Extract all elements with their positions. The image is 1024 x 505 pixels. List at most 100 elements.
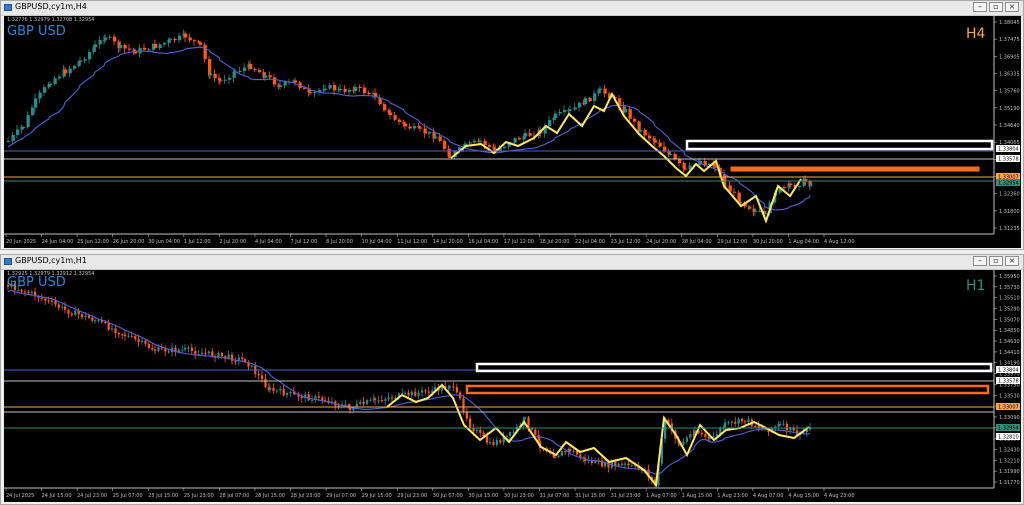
candle-body — [144, 340, 147, 344]
candle-body — [369, 399, 372, 401]
time-tick-label: 11 Jul 12:00 — [397, 239, 427, 245]
time-tick-label: 7 Jul 12:00 — [291, 239, 318, 245]
candle-body — [684, 168, 688, 170]
candle-body — [407, 392, 410, 396]
h1-zone-orange[interactable] — [465, 384, 990, 395]
h1-chart-window[interactable]: GBPUSD,cy1m,H1 – ▫ × 1.35950 1.35730 1.355… — [0, 254, 1024, 505]
candle-body — [181, 349, 184, 351]
candle-body — [689, 434, 692, 438]
candle-body — [184, 33, 188, 38]
candle-body — [178, 35, 182, 41]
h4-zigzag-line — [450, 91, 802, 224]
candle-body — [733, 191, 737, 193]
price-tick-label: 1.34850 — [999, 328, 1020, 334]
candle-body — [524, 417, 527, 420]
candle-body — [408, 126, 412, 129]
candle-body — [584, 98, 588, 105]
minimize-icon[interactable]: – — [973, 256, 987, 266]
h4-ohlc-readout: 1.32776 1.32979 1.32708 1.32954 — [7, 17, 94, 23]
time-tick-label: 8 Jul 20:00 — [326, 239, 353, 245]
restore-icon[interactable]: ▫ — [989, 2, 1003, 12]
candle-body — [49, 83, 53, 85]
candle-body — [443, 140, 447, 149]
price-tick-label: 1.34630 — [999, 339, 1020, 345]
candle-body — [404, 392, 407, 394]
candle-body — [54, 301, 57, 305]
h4-title-bar[interactable]: GBPUSD,cy1m,H4 – ▫ × — [1, 1, 1023, 16]
h4-plot-area[interactable]: 1.38045 1.37475 1.36905 1.36335 1.35760 1.351… — [4, 16, 1021, 248]
candle-body — [58, 76, 62, 79]
candle-body — [488, 145, 492, 147]
candle-body — [359, 401, 362, 404]
candle-body — [38, 92, 42, 99]
h4-price-axis: 1.38045 1.37475 1.36905 1.36335 1.35760 1.351… — [994, 20, 1020, 232]
candle-body — [554, 456, 557, 458]
price-tick-label: 1.33530 — [999, 393, 1020, 399]
candle-body — [207, 351, 210, 354]
h1-plot-area[interactable]: 1.35950 1.35730 1.35510 1.35290 1.35070 1.348… — [4, 270, 1021, 502]
candle-body — [654, 140, 658, 143]
candle-body — [31, 107, 35, 116]
h4-resistance-zone-white[interactable] — [685, 139, 994, 151]
candle-body — [16, 129, 20, 135]
candle-body — [506, 435, 509, 437]
h4-zone-orange[interactable] — [730, 166, 980, 172]
candle-body — [643, 129, 647, 136]
time-tick-label: 29 Jul 12:00 — [717, 239, 747, 245]
candle-body — [362, 401, 365, 404]
h1-chart-svg[interactable]: 1.35950 1.35730 1.35510 1.35290 1.35070 1.348… — [4, 270, 1021, 502]
time-tick-label: 30 Jul 20:00 — [753, 239, 783, 245]
price-tick-label: 1.31990 — [999, 469, 1020, 475]
candle-body — [173, 38, 177, 41]
candle-body — [203, 44, 207, 60]
h1-time-axis: 24 Jul 2025 24 Jul 15:00 24 Jul 23:00 25 Ju… — [5, 488, 855, 499]
close-icon[interactable]: × — [1005, 256, 1019, 266]
candle-body — [518, 138, 522, 140]
candle-body — [30, 291, 33, 293]
time-tick-label: 22 Jul 04:00 — [575, 239, 605, 245]
candle-body — [648, 135, 652, 139]
candle-body — [486, 436, 489, 443]
candle-body — [187, 347, 190, 349]
time-tick-label: 26 Jun 20:00 — [113, 239, 145, 245]
candle-body — [404, 123, 408, 127]
close-icon[interactable]: × — [1005, 2, 1019, 12]
price-tick-label: 1.32430 — [999, 447, 1020, 453]
h1-candles — [7, 279, 812, 488]
candle-body — [658, 142, 662, 147]
time-tick-label: 31 Jul 07:00 — [539, 493, 569, 499]
candle-body — [88, 51, 92, 60]
time-tick-label: 30 Jul 07:00 — [433, 493, 463, 499]
candle-body — [682, 441, 685, 445]
candle-body — [401, 392, 404, 394]
candle-body — [121, 334, 124, 336]
h4-chart-window[interactable]: GBPUSD,cy1m,H4 – ▫ × 1.38045 1.37475 1.369… — [0, 0, 1024, 250]
h1-title-bar[interactable]: GBPUSD,cy1m,H1 – ▫ × — [1, 255, 1023, 270]
h4-chart-svg[interactable]: 1.38045 1.37475 1.36905 1.36335 1.35760 1.351… — [4, 16, 1021, 248]
candle-body — [528, 133, 532, 136]
candle-body — [554, 113, 558, 119]
h1-resistance-zone-white[interactable] — [475, 362, 993, 373]
candle-body — [188, 37, 192, 41]
candle-body — [700, 432, 703, 435]
time-tick-label: 25 Jul 07:00 — [113, 493, 143, 499]
candle-body — [737, 418, 740, 424]
price-tick-label: 1.35950 — [999, 274, 1020, 280]
restore-icon[interactable]: ▫ — [989, 256, 1003, 266]
candle-body — [621, 463, 624, 465]
minimize-icon[interactable]: – — [973, 2, 987, 12]
candle-body — [489, 442, 492, 444]
candle-body — [421, 390, 424, 393]
candle-body — [575, 451, 578, 455]
candle-body — [462, 398, 465, 412]
h1-window-title: GBPUSD,cy1m,H1 — [15, 256, 87, 265]
candle-body — [184, 347, 187, 350]
time-tick-label: 4 Aug 15:00 — [788, 493, 819, 499]
candle-body — [228, 77, 232, 80]
time-tick-label: 25 Jul 23:00 — [184, 493, 214, 499]
candle-body — [703, 161, 707, 165]
candle-body — [84, 315, 87, 318]
candle-body — [734, 421, 737, 424]
h4-symbol-label: GBP USD — [7, 24, 66, 39]
candle-body — [286, 393, 289, 396]
